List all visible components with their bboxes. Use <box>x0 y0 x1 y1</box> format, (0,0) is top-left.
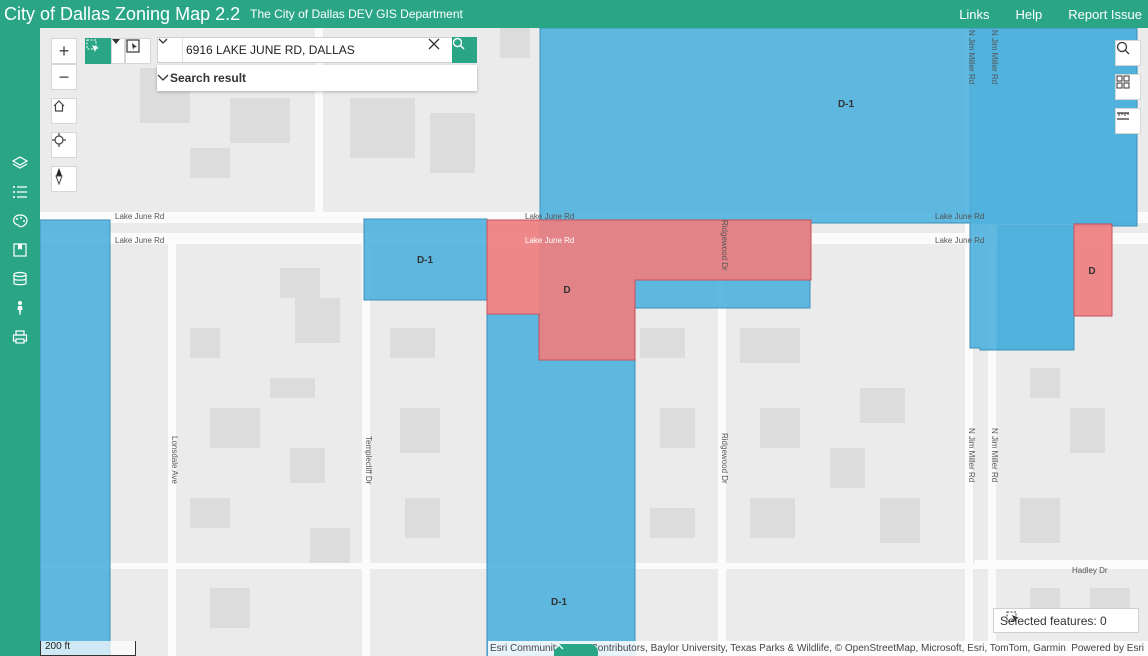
scale-bar: 200 ft <box>40 641 136 656</box>
chevron-down-icon <box>158 38 168 44</box>
select-cursor-icon <box>86 39 99 52</box>
clear-search-button[interactable] <box>428 38 452 62</box>
street-label: Ridgewood Dr <box>720 220 729 271</box>
zoom-in-button[interactable]: + <box>51 38 77 64</box>
search-widget-button[interactable] <box>1115 40 1141 66</box>
zone-label: D <box>563 285 570 296</box>
powered-by-esri[interactable]: Powered by Esri <box>1067 643 1148 654</box>
print-icon[interactable] <box>11 328 29 346</box>
chevron-up-icon <box>554 644 564 650</box>
header-links: Links Help Report Issue <box>959 0 1142 28</box>
map-canvas: D-1 D-1 D D D-1 Lake June Rd Lake June R… <box>40 28 1148 656</box>
app-header: City of Dallas Zoning Map 2.2 The City o… <box>0 0 1148 28</box>
layers-icon[interactable] <box>11 154 29 172</box>
search-source-dropdown[interactable] <box>158 38 183 62</box>
zone-label: D-1 <box>417 255 434 266</box>
close-icon <box>428 38 440 50</box>
zone-label: D <box>1088 266 1095 277</box>
basemap-gallery-button[interactable] <box>1115 74 1141 100</box>
home-icon <box>53 100 65 112</box>
pegman-icon[interactable] <box>11 299 29 317</box>
expand-panel-button[interactable] <box>554 644 598 656</box>
help-link[interactable]: Help <box>1016 7 1043 22</box>
select-by-layer-button[interactable] <box>125 38 151 64</box>
select-layer-icon <box>126 39 140 53</box>
home-button[interactable] <box>51 98 77 124</box>
compass-button[interactable] <box>51 166 77 192</box>
ruler-icon <box>1117 112 1129 120</box>
database-icon[interactable] <box>11 270 29 288</box>
left-sidebar <box>0 28 40 656</box>
map-view[interactable]: D-1 D-1 D D D-1 Lake June Rd Lake June R… <box>40 28 1148 656</box>
street-label: Hadley Dr <box>1072 566 1108 575</box>
locate-icon <box>52 133 66 147</box>
legend-icon[interactable] <box>11 183 29 201</box>
locate-button[interactable] <box>51 132 77 158</box>
scale-label: 200 ft <box>45 641 71 652</box>
caret-down-icon <box>112 39 120 44</box>
search-bar <box>157 37 477 63</box>
search-icon <box>452 37 465 50</box>
app-title: City of Dallas Zoning Map 2.2 <box>4 3 241 24</box>
select-tool-button[interactable] <box>85 38 111 64</box>
selected-features-button[interactable]: Selected features: 0 <box>993 608 1139 633</box>
street-label: Templecliff Dr <box>364 436 373 485</box>
zone-label: D-1 <box>551 597 568 608</box>
selection-icon <box>1006 611 1019 622</box>
street-label: N Jim Miller Rd <box>967 428 976 482</box>
compass-icon <box>55 168 63 185</box>
search-icon <box>1116 41 1130 55</box>
palette-icon[interactable] <box>11 212 29 230</box>
search-result-panel[interactable]: Search result <box>157 65 477 91</box>
street-label: N Jim Miller Rd <box>990 428 999 482</box>
street-label: Lake June Rd <box>115 236 164 245</box>
street-label: Lake June Rd <box>935 212 984 221</box>
select-tool-dropdown[interactable] <box>111 38 125 64</box>
app-subtitle: The City of Dallas DEV GIS Department <box>250 7 463 21</box>
search-input[interactable] <box>182 38 436 62</box>
street-label: Lake June Rd <box>525 212 574 221</box>
search-button[interactable] <box>452 37 477 63</box>
street-label: Ridgewood Dr <box>720 433 729 484</box>
zone-label: D-1 <box>838 99 855 110</box>
report-issue-link[interactable]: Report Issue <box>1068 7 1142 22</box>
street-label: Lake June Rd <box>115 212 164 221</box>
street-label: Lonsdale Ave <box>170 436 179 484</box>
grid-icon <box>1116 75 1130 89</box>
street-label: Lake June Rd <box>935 236 984 245</box>
zoom-out-button[interactable]: − <box>51 64 77 90</box>
bookmark-icon[interactable] <box>11 241 29 259</box>
street-label: N Jim Miller Rd <box>967 30 976 84</box>
street-label: N Jim Miller Rd <box>990 30 999 84</box>
chevron-down-icon <box>157 74 169 81</box>
search-result-label: Search result <box>170 71 247 85</box>
links-link[interactable]: Links <box>959 7 989 22</box>
zone-polygon-blue-west[interactable] <box>40 219 111 656</box>
street-label: Lake June Rd <box>525 236 574 245</box>
measure-button[interactable] <box>1115 108 1141 134</box>
